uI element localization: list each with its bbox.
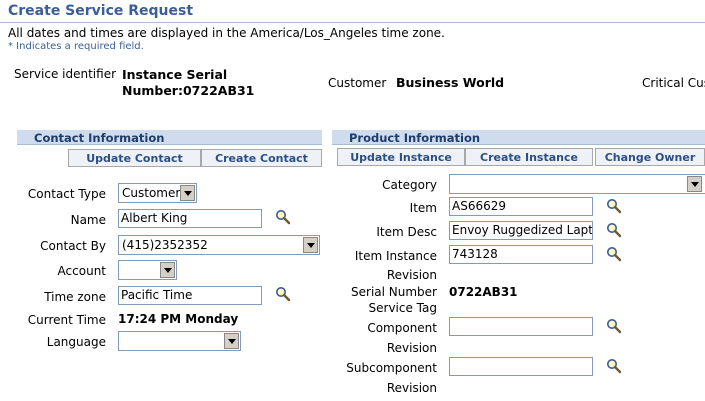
- name-field[interactable]: Albert King: [118, 209, 262, 228]
- chevron-down-icon: [160, 262, 175, 278]
- item-instance-label: Item Instance: [354, 249, 437, 263]
- category-select[interactable]: [449, 174, 705, 194]
- create-instance-button[interactable]: Create Instance: [465, 148, 593, 166]
- search-icon[interactable]: [606, 358, 622, 374]
- search-icon[interactable]: [606, 246, 622, 262]
- contact-section-header: Contact Information: [17, 130, 322, 145]
- search-icon[interactable]: [606, 198, 622, 214]
- contact-type-value: Customer: [122, 186, 181, 200]
- revision-label: Revision: [386, 268, 437, 282]
- chevron-down-icon: [224, 333, 239, 349]
- customer-label: Customer: [328, 76, 387, 90]
- service-identifier-value-line2: Number:0722AB31: [122, 83, 255, 98]
- account-label: Account: [57, 264, 106, 278]
- component-revision-label: Revision: [386, 341, 437, 355]
- subcomponent-label: Subcomponent: [346, 361, 437, 375]
- name-label: Name: [70, 213, 106, 227]
- contact-by-select[interactable]: (415)2352352: [118, 235, 320, 255]
- change-owner-button[interactable]: Change Owner: [595, 148, 705, 166]
- category-label: Category: [382, 178, 437, 192]
- update-instance-button[interactable]: Update Instance: [337, 148, 465, 166]
- search-icon[interactable]: [606, 222, 622, 238]
- critical-customer-label: Critical Cus: [642, 76, 705, 90]
- language-label: Language: [46, 335, 106, 349]
- timezone-field[interactable]: Pacific Time: [118, 286, 262, 305]
- subcomponent-field[interactable]: [449, 357, 593, 376]
- timezone-label: Time zone: [44, 290, 106, 304]
- service-identifier-label: Service identifier: [14, 67, 117, 81]
- service-tag-label: Service Tag: [368, 301, 437, 315]
- item-field[interactable]: AS66629: [449, 197, 593, 216]
- update-contact-button[interactable]: Update Contact: [68, 149, 201, 167]
- chevron-down-icon: [687, 176, 702, 192]
- product-section-header: Product Information: [332, 130, 705, 145]
- item-instance-field[interactable]: 743128: [449, 245, 593, 264]
- timezone-note: All dates and times are displayed in the…: [8, 26, 445, 40]
- service-identifier-value-line1: Instance Serial: [122, 67, 228, 82]
- component-field[interactable]: [449, 317, 593, 336]
- component-label: Component: [367, 321, 437, 335]
- create-contact-button[interactable]: Create Contact: [201, 149, 322, 167]
- contact-type-label: Contact Type: [27, 187, 106, 201]
- current-time-value: 17:24 PM Monday: [118, 312, 239, 326]
- customer-value: Business World: [396, 75, 505, 90]
- required-field-note: * Indicates a required field.: [8, 41, 144, 52]
- page-title: Create Service Request: [8, 3, 194, 19]
- search-icon[interactable]: [275, 286, 291, 302]
- chevron-down-icon: [180, 185, 195, 201]
- current-time-label: Current Time: [27, 313, 106, 327]
- contact-by-label: Contact By: [40, 239, 106, 253]
- search-icon[interactable]: [275, 209, 291, 225]
- contact-by-value: (415)2352352: [122, 238, 208, 252]
- chevron-down-icon: [303, 237, 318, 253]
- item-desc-field[interactable]: Envoy Ruggedized Laptop: [449, 221, 593, 240]
- language-select[interactable]: [118, 331, 241, 351]
- item-label: Item: [409, 201, 437, 215]
- serial-number-label: Serial Number: [351, 285, 437, 299]
- contact-type-select[interactable]: Customer: [118, 183, 197, 203]
- serial-number-value: 0722AB31: [449, 285, 518, 299]
- account-select[interactable]: [118, 260, 177, 280]
- search-icon[interactable]: [606, 318, 622, 334]
- title-divider: [0, 22, 705, 23]
- item-desc-label: Item Desc: [376, 225, 437, 239]
- subcomponent-revision-label: Revision: [386, 381, 437, 395]
